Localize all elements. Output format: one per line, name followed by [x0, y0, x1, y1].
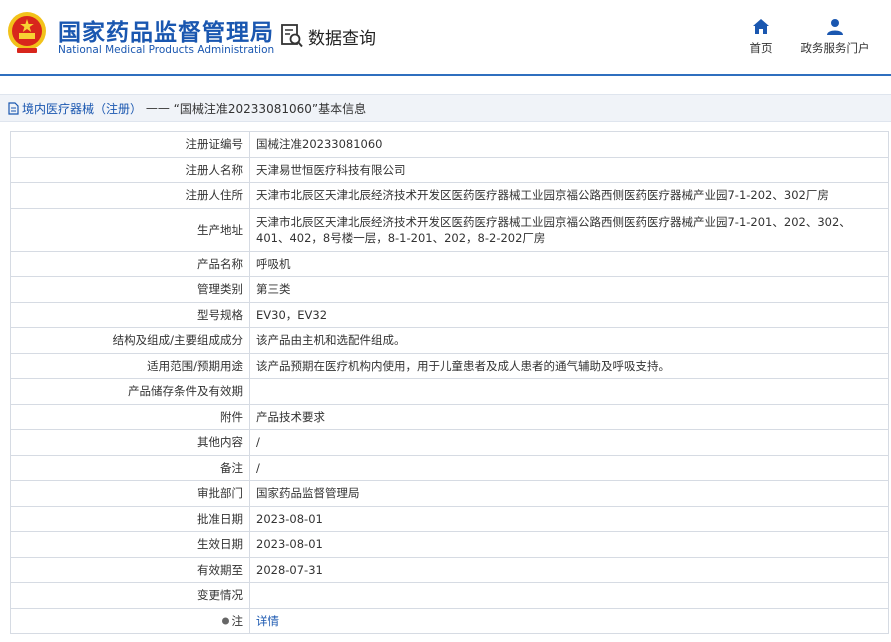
- field-label: 注册人住所: [10, 182, 250, 209]
- national-emblem-icon: [8, 12, 46, 53]
- field-label: 其他内容: [10, 429, 250, 456]
- user-icon: [827, 19, 843, 35]
- field-label: 适用范围/预期用途: [10, 352, 250, 379]
- field-value: 天津市北辰区天津北辰经济技术开发区医药医疗器械工业园京福公路西侧医药医疗器械产业…: [249, 207, 889, 252]
- field-value: 天津市北辰区天津北辰经济技术开发区医药医疗器械工业园京福公路西侧医药医疗器械产业…: [249, 182, 889, 209]
- field-label: 有效期至: [10, 556, 250, 583]
- details-link[interactable]: 详情: [256, 614, 279, 628]
- field-value: 2028-07-31: [249, 556, 889, 583]
- table-row-note: 注 详情: [10, 607, 889, 634]
- field-value: 2023-08-01: [249, 505, 889, 532]
- nav-home[interactable]: 首页: [742, 18, 780, 56]
- table-row: 生产地址 天津市北辰区天津北辰经济技术开发区医药医疗器械工业园京福公路西侧医药医疗…: [10, 207, 889, 252]
- table-row: 批准日期 2023-08-01: [10, 505, 889, 532]
- field-value: 该产品由主机和选配件组成。: [249, 327, 889, 354]
- table-row: 产品名称 呼吸机: [10, 250, 889, 277]
- field-label: 生产地址: [10, 207, 250, 252]
- field-label: 备注: [10, 454, 250, 481]
- field-value: /: [249, 454, 889, 481]
- note-label: 注: [231, 613, 244, 628]
- field-label: 型号规格: [10, 301, 250, 328]
- field-value: 天津易世恒医疗科技有限公司: [249, 156, 889, 183]
- table-row: 型号规格 EV30，EV32: [10, 301, 889, 328]
- field-value: 2023-08-01: [249, 531, 889, 558]
- nav-service-label: 政务服务门户: [800, 41, 870, 55]
- note-value-cell: 详情: [249, 607, 889, 634]
- table-row: 审批部门 国家药品监督管理局: [10, 480, 889, 507]
- nav-home-label: 首页: [749, 41, 773, 55]
- field-label: 注册人名称: [10, 156, 250, 183]
- site-title: 国家药品监督管理局: [58, 20, 274, 46]
- location-pin-icon: [221, 617, 229, 625]
- field-label: 批准日期: [10, 505, 250, 532]
- field-value: 该产品预期在医疗机构内使用，用于儿童患者及成人患者的通气辅助及呼吸支持。: [249, 352, 889, 379]
- site-header: 国家药品监督管理局 National Medical Products Admi…: [0, 0, 891, 76]
- table-row: 产品储存条件及有效期: [10, 378, 889, 405]
- document-icon: [8, 101, 19, 115]
- field-label: 注册证编号: [10, 131, 250, 158]
- field-value: 国械注准20233081060: [249, 131, 889, 158]
- field-value: 产品技术要求: [249, 403, 889, 430]
- table-row: 注册人名称 天津易世恒医疗科技有限公司: [10, 156, 889, 183]
- field-label: 产品储存条件及有效期: [10, 378, 250, 405]
- field-label: 产品名称: [10, 250, 250, 277]
- breadcrumb-section[interactable]: 境内医疗器械（注册）: [22, 100, 142, 117]
- table-row: 其他内容 /: [10, 429, 889, 456]
- field-label: 结构及组成/主要组成成分: [10, 327, 250, 354]
- field-label: 生效日期: [10, 531, 250, 558]
- field-value: 第三类: [249, 276, 889, 303]
- table-row: 适用范围/预期用途 该产品预期在医疗机构内使用，用于儿童患者及成人患者的通气辅助及…: [10, 352, 889, 379]
- site-subtitle: National Medical Products Administration: [58, 44, 275, 56]
- table-row: 有效期至 2028-07-31: [10, 556, 889, 583]
- breadcrumb-separator: ——: [145, 101, 170, 115]
- field-label: 附件: [10, 403, 250, 430]
- field-value: /: [249, 429, 889, 456]
- table-row: 结构及组成/主要组成成分 该产品由主机和选配件组成。: [10, 327, 889, 354]
- field-value: [249, 582, 889, 609]
- data-query-label: 数据查询: [308, 28, 376, 49]
- field-value: 国家药品监督管理局: [249, 480, 889, 507]
- field-value: 呼吸机: [249, 250, 889, 277]
- field-value: EV30，EV32: [249, 301, 889, 328]
- table-row: 备注 /: [10, 454, 889, 481]
- home-icon: [753, 19, 769, 34]
- document-search-icon: [281, 24, 303, 48]
- table-row: 注册证编号 国械注准20233081060: [10, 131, 889, 158]
- registration-info-table: 注册证编号 国械注准20233081060 注册人名称 天津易世恒医疗科技有限公司 …: [10, 131, 889, 634]
- note-label-cell: 注: [10, 607, 250, 634]
- field-label: 管理类别: [10, 276, 250, 303]
- breadcrumb-title: “国械注准20233081060”基本信息: [173, 101, 367, 116]
- table-row: 管理类别 第三类: [10, 276, 889, 303]
- nav-service-portal[interactable]: 政务服务门户: [800, 18, 870, 56]
- breadcrumb: 境内医疗器械（注册） —— “国械注准20233081060”基本信息: [0, 94, 891, 122]
- field-label: 审批部门: [10, 480, 250, 507]
- field-label: 变更情况: [10, 582, 250, 609]
- table-row: 生效日期 2023-08-01: [10, 531, 889, 558]
- table-row: 注册人住所 天津市北辰区天津北辰经济技术开发区医药医疗器械工业园京福公路西侧医药医…: [10, 182, 889, 209]
- data-query-section: 数据查询: [280, 22, 376, 50]
- table-row: 附件 产品技术要求: [10, 403, 889, 430]
- table-row: 变更情况: [10, 582, 889, 609]
- field-value: [249, 378, 889, 405]
